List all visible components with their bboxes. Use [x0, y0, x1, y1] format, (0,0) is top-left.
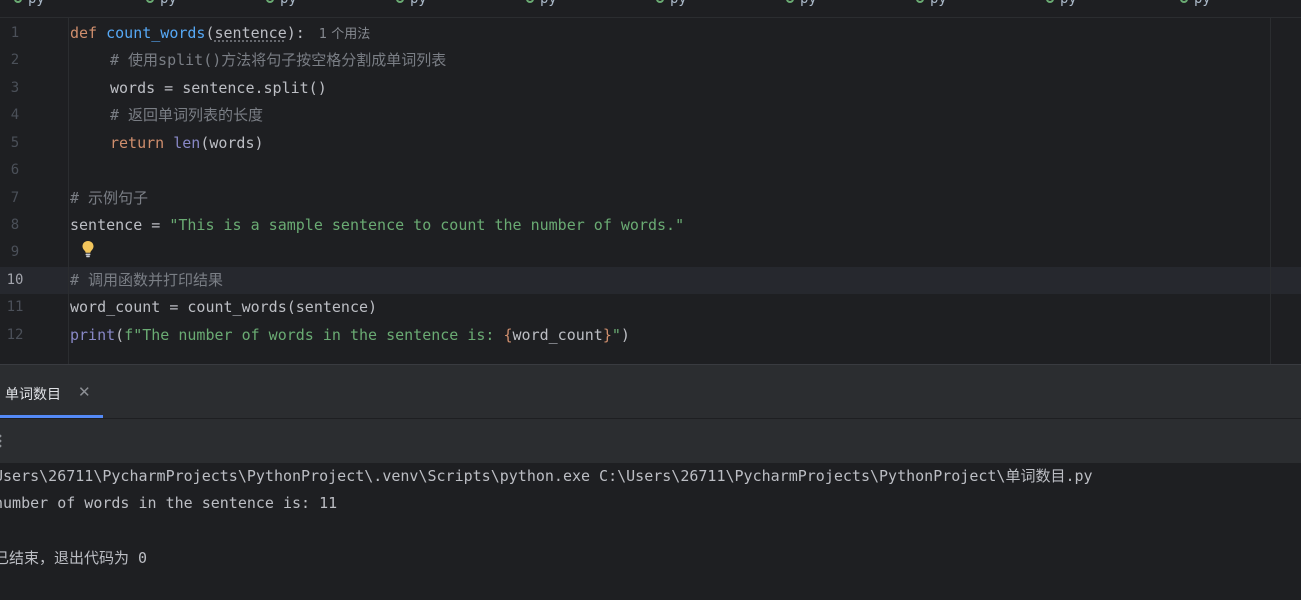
punctuation: (: [205, 24, 215, 42]
editor-tab[interactable]: py: [656, 0, 687, 9]
gutter-divider: [68, 18, 69, 364]
editor-tab[interactable]: py: [14, 0, 45, 9]
run-tool-window: 单词数目 ✕ Users\26711\PycharmProjects\Pytho…: [0, 364, 1301, 600]
python-file-icon: [656, 0, 664, 3]
line-number: 3: [10, 80, 20, 96]
python-file-icon: [526, 0, 534, 3]
line-number: 7: [10, 190, 20, 206]
line-number: 6: [10, 162, 20, 178]
code-line-1[interactable]: def count_words(sentence): 1 个用法: [70, 20, 370, 47]
code-line-12[interactable]: print(f"The number of words in the sente…: [70, 322, 630, 349]
console-line-output: number of words in the sentence is: 11: [0, 494, 338, 512]
keyword: def: [70, 24, 98, 42]
editor-tab[interactable]: py: [526, 0, 557, 9]
python-file-icon: [14, 0, 22, 3]
python-file-icon: [396, 0, 404, 3]
python-file-icon: [1180, 0, 1188, 3]
code-line-11[interactable]: word_count = count_words(sentence): [70, 294, 377, 321]
punctuation: (: [115, 326, 125, 344]
editor-tab[interactable]: py: [396, 0, 427, 9]
line-number: 1: [10, 25, 20, 41]
close-icon[interactable]: ✕: [78, 383, 91, 401]
parameter: sentence: [214, 24, 287, 42]
python-file-icon: [266, 0, 274, 3]
console-line-exit: 已结束，退出代码为 0: [0, 549, 148, 567]
editor-tab[interactable]: py: [266, 0, 297, 9]
string-literal: ": [611, 326, 621, 344]
code-line-3[interactable]: words = sentence.split(): [110, 75, 327, 102]
right-margin-guide: [1270, 18, 1271, 364]
editor-tab[interactable]: py: [916, 0, 947, 9]
editor-tab[interactable]: py: [786, 0, 817, 9]
pycharm-window: py py py py py py py py py py 1 2 3 4 5 …: [0, 0, 1301, 600]
editor-tab[interactable]: py: [1046, 0, 1077, 9]
comment: # 示例句子: [70, 189, 149, 207]
line-number-active: 10: [6, 272, 24, 288]
builtin-function: print: [70, 326, 116, 344]
code-text: sentence =: [70, 216, 170, 234]
string-literal: "This is a sample sentence to count the …: [169, 216, 685, 234]
line-number: 11: [6, 299, 24, 315]
fstring-brace: }: [602, 326, 612, 344]
code-line-7[interactable]: # 示例句子: [70, 185, 148, 212]
code-line-2[interactable]: # 使用split()方法将句子按空格分割成单词列表: [110, 47, 446, 74]
function-name: count_words: [106, 24, 206, 42]
lightbulb-icon[interactable]: [81, 240, 95, 258]
comment: # 调用函数并打印结果: [70, 271, 224, 289]
line-number: 4: [10, 107, 20, 123]
code-line-8[interactable]: sentence = "This is a sample sentence to…: [70, 212, 684, 239]
usages-inlay-hint[interactable]: 1 个用法: [319, 27, 370, 42]
line-number-gutter[interactable]: 1 2 3 4 5 6 7 8 9 10 11 12: [0, 18, 68, 364]
run-tab[interactable]: 单词数目 ✕: [0, 365, 103, 418]
line-number: 5: [10, 135, 20, 151]
python-file-icon: [1046, 0, 1054, 3]
code-line-5[interactable]: return len(words): [110, 130, 264, 157]
line-number: 9: [10, 244, 20, 260]
python-file-icon: [786, 0, 794, 3]
comment: # 使用split()方法将句子按空格分割成单词列表: [110, 51, 447, 69]
python-file-icon: [146, 0, 154, 3]
line-number: 8: [10, 217, 20, 233]
code-text: (words): [200, 134, 264, 152]
editor-tab-strip: py py py py py py py py py py: [0, 0, 1301, 18]
comment: # 返回单词列表的长度: [110, 106, 264, 124]
string-literal: f"The number of words in the sentence is…: [124, 326, 504, 344]
fstring-expression: word_count: [512, 326, 603, 344]
line-number: 2: [10, 52, 20, 68]
python-file-icon: [916, 0, 924, 3]
code-line-10[interactable]: # 调用函数并打印结果: [70, 267, 223, 294]
console-line-command: Users\26711\PycharmProjects\PythonProjec…: [0, 467, 1093, 485]
punctuation: ): [620, 326, 630, 344]
code-line-4[interactable]: # 返回单词列表的长度: [110, 102, 263, 129]
line-number: 12: [6, 327, 24, 343]
builtin-function: len: [173, 134, 201, 152]
run-tab-label: 单词数目: [5, 387, 61, 403]
run-toolbar: [0, 419, 1301, 463]
code-editor[interactable]: 1 2 3 4 5 6 7 8 9 10 11 12 def count_wor…: [0, 18, 1301, 364]
editor-tab[interactable]: py: [146, 0, 177, 9]
punctuation: ):: [286, 24, 305, 42]
console-output[interactable]: Users\26711\PycharmProjects\PythonProjec…: [0, 463, 1301, 600]
more-vertical-icon[interactable]: [0, 433, 3, 449]
code-text: word_count = count_words(sentence): [70, 298, 378, 316]
code-text: words = sentence.split(): [110, 79, 327, 97]
keyword: return: [110, 134, 165, 152]
fstring-brace: {: [503, 326, 513, 344]
editor-tab[interactable]: py: [1180, 0, 1211, 9]
